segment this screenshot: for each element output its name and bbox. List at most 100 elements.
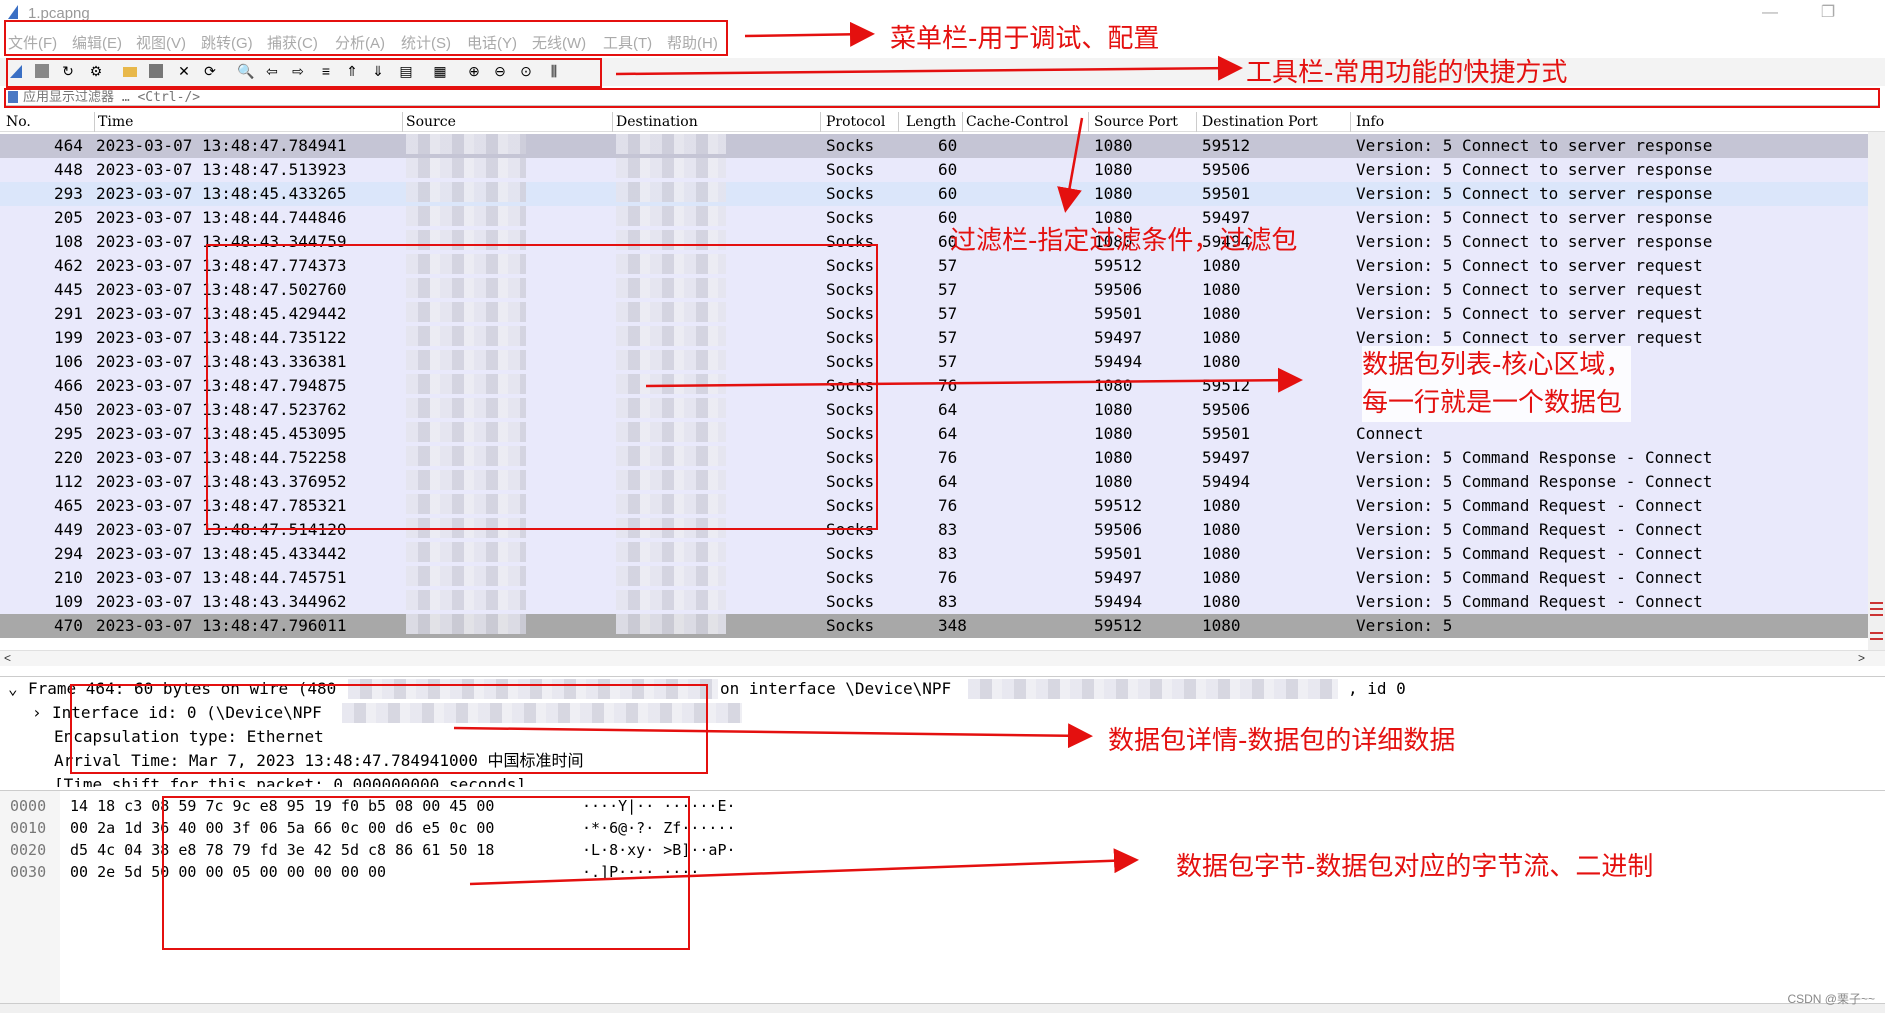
packet-destination-port: 59497 — [1202, 448, 1251, 467]
packet-length: 76 — [938, 376, 958, 395]
packet-source-port: 59506 — [1094, 280, 1143, 299]
minimize-button[interactable]: — — [1750, 2, 1790, 24]
packet-no: 199 — [54, 328, 83, 347]
packet-no: 295 — [54, 424, 83, 443]
packet-no: 462 — [54, 256, 83, 275]
packet-length: 57 — [938, 328, 958, 347]
packet-source-port: 59497 — [1094, 568, 1143, 587]
packet-no: 112 — [54, 472, 83, 491]
redacted-source — [406, 134, 526, 154]
col-separator — [94, 112, 95, 132]
packet-row[interactable]: 294 2023-03-07 13:48:45.433442 Socks 83 5950… — [0, 542, 1870, 566]
packet-info: Version: 5 Connect to server request — [1356, 256, 1703, 275]
packet-length: 76 — [938, 448, 958, 467]
packet-protocol: Socks — [826, 160, 875, 179]
col-separator — [402, 112, 403, 132]
scroll-left-icon[interactable]: < — [4, 651, 11, 665]
redacted-destination — [616, 542, 726, 562]
col-separator — [962, 112, 963, 132]
packet-source-port: 1080 — [1094, 400, 1133, 419]
packet-no: 210 — [54, 568, 83, 587]
packet-time: 2023-03-07 13:48:43.344962 — [96, 592, 347, 611]
byte-offset: 0010 — [10, 819, 47, 837]
redacted-destination — [616, 206, 726, 226]
redacted-source — [406, 566, 526, 586]
col-destination[interactable]: Destination — [616, 114, 698, 130]
packet-info: Version: 5 Connect to server response — [1356, 184, 1713, 203]
col-source[interactable]: Source — [406, 114, 456, 130]
packet-length: 57 — [938, 256, 958, 275]
packet-source-port: 59512 — [1094, 256, 1143, 275]
filter-annotation: 过滤栏-指定过滤条件，过滤包 — [950, 226, 1298, 256]
packet-source-port: 59501 — [1094, 544, 1143, 563]
packet-row[interactable]: 210 2023-03-07 13:48:44.745751 Socks 76 5949… — [0, 566, 1870, 590]
wireshark-window: 1.pcapng — ❐ 文件(F) 编辑(E) 视图(V) 跳转(G) 捕获(… — [0, 0, 1885, 1013]
col-protocol[interactable]: Protocol — [826, 114, 885, 130]
bytes-highlight-box — [162, 796, 690, 950]
packet-length: 83 — [938, 544, 958, 563]
packet-info: Version: 5 Connect to server response — [1356, 160, 1713, 179]
packet-destination-port: 1080 — [1202, 592, 1241, 611]
packet-source-port: 1080 — [1094, 472, 1133, 491]
menubar-highlight-box — [4, 20, 728, 56]
redacted-source — [406, 542, 526, 562]
packet-destination-port: 1080 — [1202, 520, 1241, 539]
packet-no: 466 — [54, 376, 83, 395]
packet-destination-port: 1080 — [1202, 496, 1241, 515]
col-cache-control[interactable]: Cache-Control — [966, 114, 1068, 130]
col-length[interactable]: Length — [906, 114, 956, 130]
packet-info: Version: 5 Connect to server response — [1356, 136, 1713, 155]
packet-list-vertical-scrollbar[interactable] — [1868, 132, 1885, 650]
byte-offset: 0030 — [10, 863, 47, 881]
scroll-right-icon[interactable]: > — [1858, 651, 1865, 665]
collapse-chevron-icon[interactable]: ⌄ — [8, 679, 18, 698]
col-time[interactable]: Time — [98, 114, 133, 130]
scrollbar-marker — [1870, 638, 1883, 640]
detail-interface-row[interactable]: › Interface id: 0 (\Device\NPF — [32, 701, 742, 725]
packet-no: 108 — [54, 232, 83, 251]
packet-destination-port: 1080 — [1202, 616, 1241, 635]
packet-no: 220 — [54, 448, 83, 467]
col-separator — [1350, 112, 1351, 132]
col-separator — [1196, 112, 1197, 132]
menubar-annotation: 菜单栏-用于调试、配置 — [890, 24, 1160, 54]
packet-source-port: 59501 — [1094, 304, 1143, 323]
restore-button[interactable]: ❐ — [1808, 2, 1848, 24]
detail-time-shift[interactable]: [Time shift for this packet: 0.000000000… — [54, 773, 526, 787]
packet-destination-port: 1080 — [1202, 328, 1241, 347]
filterbar-highlight-box — [4, 88, 1880, 108]
scrollbar-marker — [1870, 614, 1883, 616]
packet-info: Connect — [1356, 424, 1424, 443]
byte-offset: 0020 — [10, 841, 47, 859]
packet-row[interactable]: 205 2023-03-07 13:48:44.744846 Socks 60 1080… — [0, 206, 1870, 230]
detail-frame-row[interactable]: ⌄ Frame 464: 60 bytes on wire (480 on in… — [8, 677, 1406, 701]
packet-protocol: Socks — [826, 208, 875, 227]
packet-row[interactable]: 448 2023-03-07 13:48:47.513923 Socks 60 1080… — [0, 158, 1870, 182]
packet-list-horizontal-scrollbar[interactable]: < > — [0, 650, 1885, 666]
packet-row[interactable]: 293 2023-03-07 13:48:45.433265 Socks 60 1080… — [0, 182, 1870, 206]
scrollbar-marker — [1870, 608, 1883, 610]
packet-length: 57 — [938, 304, 958, 323]
packet-time: 2023-03-07 13:48:44.745751 — [96, 568, 347, 587]
col-destination-port[interactable]: Destination Port — [1202, 114, 1318, 130]
packet-no: 293 — [54, 184, 83, 203]
col-separator — [898, 112, 899, 132]
detail-frame-id: , id 0 — [1348, 679, 1406, 698]
packet-no: 464 — [54, 136, 83, 155]
packet-row[interactable]: 470 2023-03-07 13:48:47.796011 Socks 348 595… — [0, 614, 1870, 638]
packet-protocol: Socks — [826, 184, 875, 203]
detail-frame-interface: on interface \Device\NPF — [720, 679, 952, 698]
packet-destination-port: 1080 — [1202, 256, 1241, 275]
packet-source-port: 59494 — [1094, 352, 1143, 371]
expand-chevron-icon[interactable]: › — [32, 703, 42, 722]
redacted-destination — [616, 134, 726, 154]
col-info[interactable]: Info — [1356, 114, 1384, 130]
packet-length: 76 — [938, 496, 958, 515]
col-source-port[interactable]: Source Port — [1094, 114, 1178, 130]
packet-source-port: 59494 — [1094, 592, 1143, 611]
packet-destination-port: 59494 — [1202, 472, 1251, 491]
packet-row[interactable]: 109 2023-03-07 13:48:43.344962 Socks 83 5949… — [0, 590, 1870, 614]
col-no[interactable]: No. — [6, 114, 31, 130]
packet-row[interactable]: 464 2023-03-07 13:48:47.784941 Socks 60 1080… — [0, 134, 1870, 158]
packet-length: 57 — [938, 352, 958, 371]
